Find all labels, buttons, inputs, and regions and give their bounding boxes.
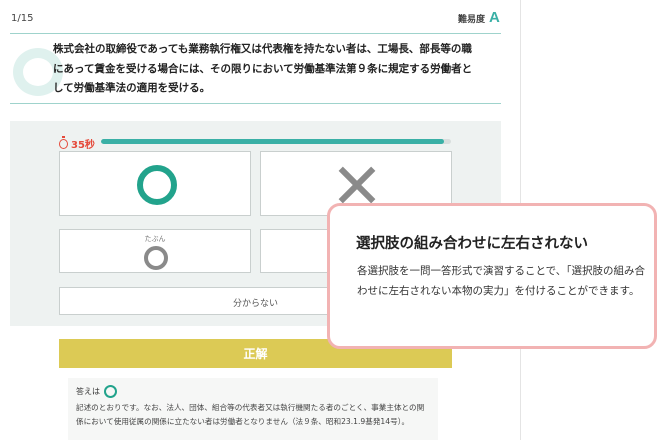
callout-title: 選択肢の組み合わせに左右されない [356,236,588,252]
batsu-cross-icon [336,164,378,206]
question-progress: 1/15 [11,13,34,24]
timer-seconds: 35秒 [71,140,95,151]
timer-bar-fill [101,139,444,144]
difficulty-indicator: 難易度 A [458,9,500,26]
stopwatch-icon [59,135,68,149]
divider-bottom [10,103,501,104]
small-maru-circle-icon [144,246,168,270]
choice-maru-button[interactable] [59,151,251,216]
timer-bar [101,139,451,144]
divider-top [10,33,501,34]
answer-row: 答えは [76,385,430,398]
callout-body: 各選択肢を一問一答形式で演習することで、「選択肢の組み合わせに左右されない本物の… [357,265,646,297]
difficulty-value: A [489,9,500,26]
maru-circle-icon [137,165,177,205]
timer: 35秒 [59,135,95,151]
question-text: 株式会社の取締役であっても業務執行権又は代表権を持たない者は、工場長、部長等の職… [53,43,473,94]
explanation-box: 答えは 記述のとおりです。なお、法人、団体、組合等の代表者又は執行機関たる者のご… [68,378,438,440]
difficulty-label: 難易度 [458,15,486,25]
tabun-label: たぶん [144,235,166,243]
answer-maru-icon [104,385,117,398]
answer-prefix: 答えは [76,387,100,396]
choice-tabun-maru-button[interactable]: たぶん [59,229,251,273]
feature-callout: 選択肢の組み合わせに左右されない 各選択肢を一問一答形式で演習することで、「選択… [327,203,657,349]
explanation-text: 記述のとおりです。なお、法人、団体、組合等の代表者又は執行機関たる者のごとく、事… [76,403,425,426]
